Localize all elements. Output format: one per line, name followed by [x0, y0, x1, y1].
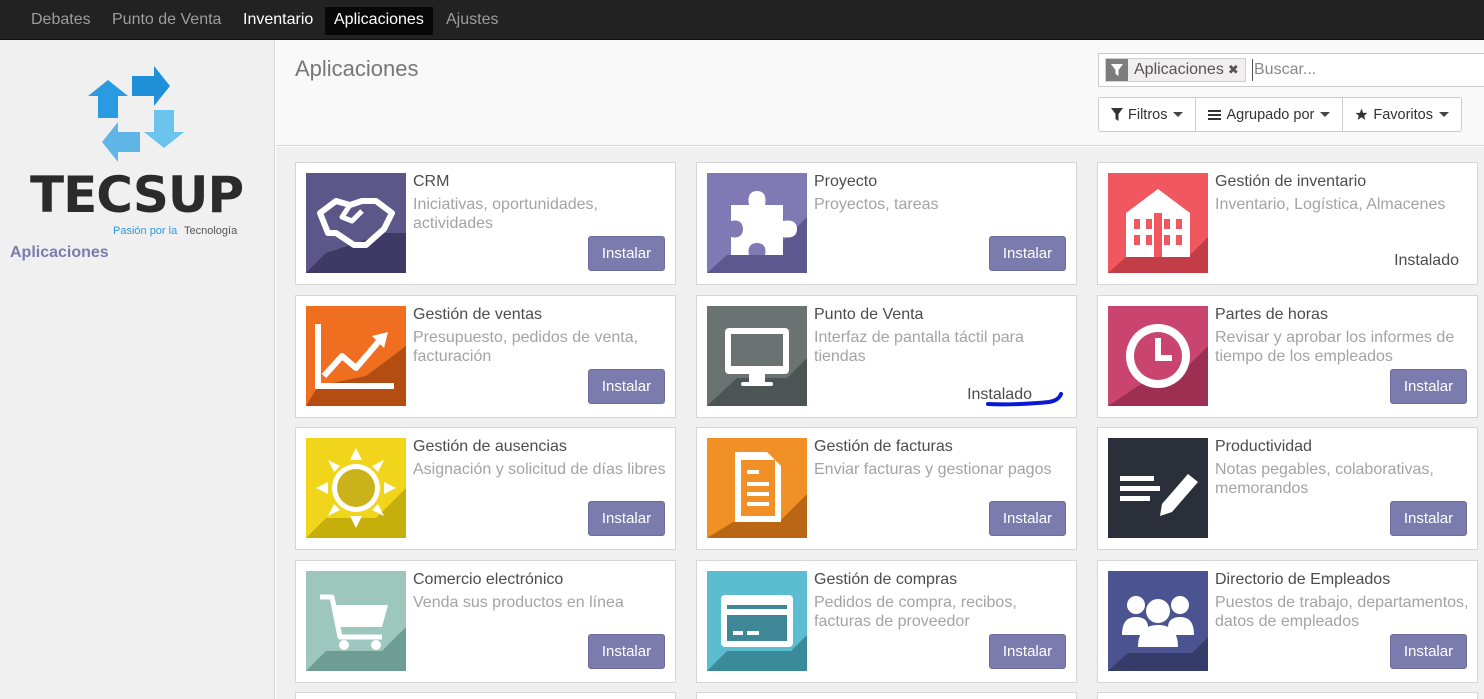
svg-text:TECSUP: TECSUP	[30, 166, 243, 224]
app-description: Asignación y solicitud de días libres	[413, 461, 666, 478]
app-kanban-view: CRM Iniciativas, oportunidades, activida…	[276, 147, 1484, 699]
warehouse-icon	[1108, 173, 1208, 273]
favorites-label: Favoritos	[1373, 106, 1433, 123]
app-name: Gestión de inventario	[1215, 173, 1367, 190]
app-description: Presupuesto, pedidos de venta, facturaci…	[413, 329, 639, 365]
search-input[interactable]	[1252, 59, 1484, 81]
app-card-gestion-compras[interactable]: Gestión de compras Pedidos de compra, re…	[696, 560, 1077, 683]
favorites-button[interactable]: Favoritos	[1342, 97, 1462, 132]
nav-item-ajustes[interactable]: Ajustes	[437, 7, 507, 35]
app-card-gestion-ventas[interactable]: Gestión de ventas Presupuesto, pedidos d…	[295, 295, 676, 418]
sidebar-item-aplicaciones[interactable]: Aplicaciones	[10, 244, 109, 262]
app-name: Directorio de Empleados	[1215, 571, 1391, 588]
app-name: Gestión de compras	[814, 571, 958, 588]
users-icon	[1108, 571, 1208, 671]
control-panel: Aplicaciones Aplicaciones ✖ Filtros Agru…	[276, 40, 1484, 146]
app-card-comercio-electronico[interactable]: Comercio electrónico Venda sus productos…	[295, 560, 676, 683]
company-logo[interactable]: TECSUP Pasión por la Tecnología	[28, 64, 248, 244]
filter-icon	[1106, 59, 1128, 81]
chart-line-icon	[306, 306, 406, 406]
nav-item-inventario[interactable]: Inventario	[234, 7, 322, 35]
monitor-icon	[707, 306, 807, 406]
installed-status: Instalado	[1394, 252, 1459, 269]
pen-annotation-underline	[986, 392, 1063, 407]
sidebar: TECSUP Pasión por la Tecnología Aplicaci…	[0, 40, 275, 699]
cart-icon	[306, 571, 406, 671]
tecsup-logo-icon: TECSUP Pasión por la Tecnología	[30, 66, 244, 237]
sun-icon	[306, 438, 406, 538]
install-button[interactable]: Instalar	[989, 236, 1066, 271]
caret-down-icon	[1320, 112, 1331, 117]
install-button[interactable]: Instalar	[588, 369, 665, 404]
app-card-punto-de-venta[interactable]: Punto de Venta Interfaz de pantalla táct…	[696, 295, 1077, 418]
app-card-gestion-facturas[interactable]: Gestión de facturas Enviar facturas y ge…	[696, 427, 1077, 550]
app-description: Notas pegables, colaborativas, memorando…	[1215, 461, 1434, 497]
app-description: Venda sus productos en línea	[413, 594, 624, 611]
search-facet-label: Aplicaciones	[1134, 61, 1224, 78]
app-name: Proyecto	[814, 173, 878, 190]
install-button[interactable]: Instalar	[588, 236, 665, 271]
svg-text:Tecnología: Tecnología	[184, 225, 238, 237]
document-icon	[707, 438, 807, 538]
install-button[interactable]: Instalar	[1390, 634, 1467, 669]
caret-down-icon	[1439, 112, 1449, 117]
app-name: Comercio electrónico	[413, 571, 564, 588]
app-card-partial	[696, 692, 1077, 699]
list-icon	[1208, 109, 1222, 121]
note-pencil-icon	[1108, 438, 1208, 538]
page-title: Aplicaciones	[295, 56, 419, 81]
filter-icon	[1111, 108, 1123, 121]
app-card-crm[interactable]: CRM Iniciativas, oportunidades, activida…	[295, 162, 676, 285]
app-description: Inventario, Logística, Almacenes	[1215, 196, 1446, 213]
app-description: Revisar y aprobar los informes de tiempo…	[1215, 329, 1455, 365]
install-button[interactable]: Instalar	[989, 501, 1066, 536]
app-card-partial	[1097, 692, 1478, 699]
clock-icon	[1108, 306, 1208, 406]
app-description: Iniciativas, oportunidades, actividades	[413, 196, 598, 232]
search-box[interactable]: Aplicaciones ✖	[1098, 53, 1484, 87]
app-card-proyecto[interactable]: Proyecto Proyectos, tareas Instalar	[696, 162, 1077, 285]
app-name: Gestión de ausencias	[413, 438, 567, 455]
app-name: CRM	[413, 173, 450, 190]
app-name: Productividad	[1215, 438, 1312, 455]
close-icon[interactable]: ✖	[1228, 62, 1245, 78]
svg-text:Pasión por la: Pasión por la	[113, 225, 178, 237]
app-name: Gestión de facturas	[814, 438, 953, 455]
app-card-gestion-inventario[interactable]: Gestión de inventario Inventario, Logíst…	[1097, 162, 1478, 285]
app-card-directorio-empleados[interactable]: Directorio de Empleados Puestos de traba…	[1097, 560, 1478, 683]
app-card-partes-de-horas[interactable]: Partes de horas Revisar y aprobar los in…	[1097, 295, 1478, 418]
search-options: Filtros Agrupado por Favoritos	[1098, 97, 1462, 132]
install-button[interactable]: Instalar	[1390, 369, 1467, 404]
install-button[interactable]: Instalar	[588, 634, 665, 669]
install-button[interactable]: Instalar	[1390, 501, 1467, 536]
filters-button[interactable]: Filtros	[1098, 97, 1197, 132]
search-facet[interactable]: Aplicaciones ✖	[1105, 58, 1246, 82]
credit-card-icon	[707, 571, 807, 671]
nav-item-debates[interactable]: Debates	[22, 7, 100, 35]
app-card-gestion-ausencias[interactable]: Gestión de ausencias Asignación y solici…	[295, 427, 676, 550]
app-name: Gestión de ventas	[413, 306, 542, 323]
groupby-button[interactable]: Agrupado por	[1195, 97, 1344, 132]
handshake-icon	[306, 173, 406, 273]
groupby-label: Agrupado por	[1226, 106, 1315, 123]
caret-down-icon	[1173, 112, 1184, 117]
nav-item-punto-de-venta[interactable]: Punto de Venta	[103, 7, 230, 35]
app-card-productividad[interactable]: Productividad Notas pegables, colaborati…	[1097, 427, 1478, 550]
filters-label: Filtros	[1128, 106, 1168, 123]
app-description: Proyectos, tareas	[814, 196, 939, 213]
app-description: Enviar facturas y gestionar pagos	[814, 461, 1052, 478]
app-name: Partes de horas	[1215, 306, 1328, 323]
install-button[interactable]: Instalar	[588, 501, 665, 536]
app-description: Pedidos de compra, recibos, facturas de …	[814, 594, 1017, 630]
app-description: Interfaz de pantalla táctil para tiendas	[814, 329, 1024, 365]
app-description: Puestos de trabajo, departamentos, datos…	[1215, 594, 1469, 630]
main-navbar: Debates Punto de Venta Inventario Aplica…	[0, 0, 1484, 40]
nav-item-aplicaciones[interactable]: Aplicaciones	[325, 7, 433, 35]
app-name: Punto de Venta	[814, 306, 924, 323]
puzzle-icon	[707, 173, 807, 273]
app-card-partial	[295, 692, 676, 699]
star-icon	[1355, 108, 1368, 121]
install-button[interactable]: Instalar	[989, 634, 1066, 669]
